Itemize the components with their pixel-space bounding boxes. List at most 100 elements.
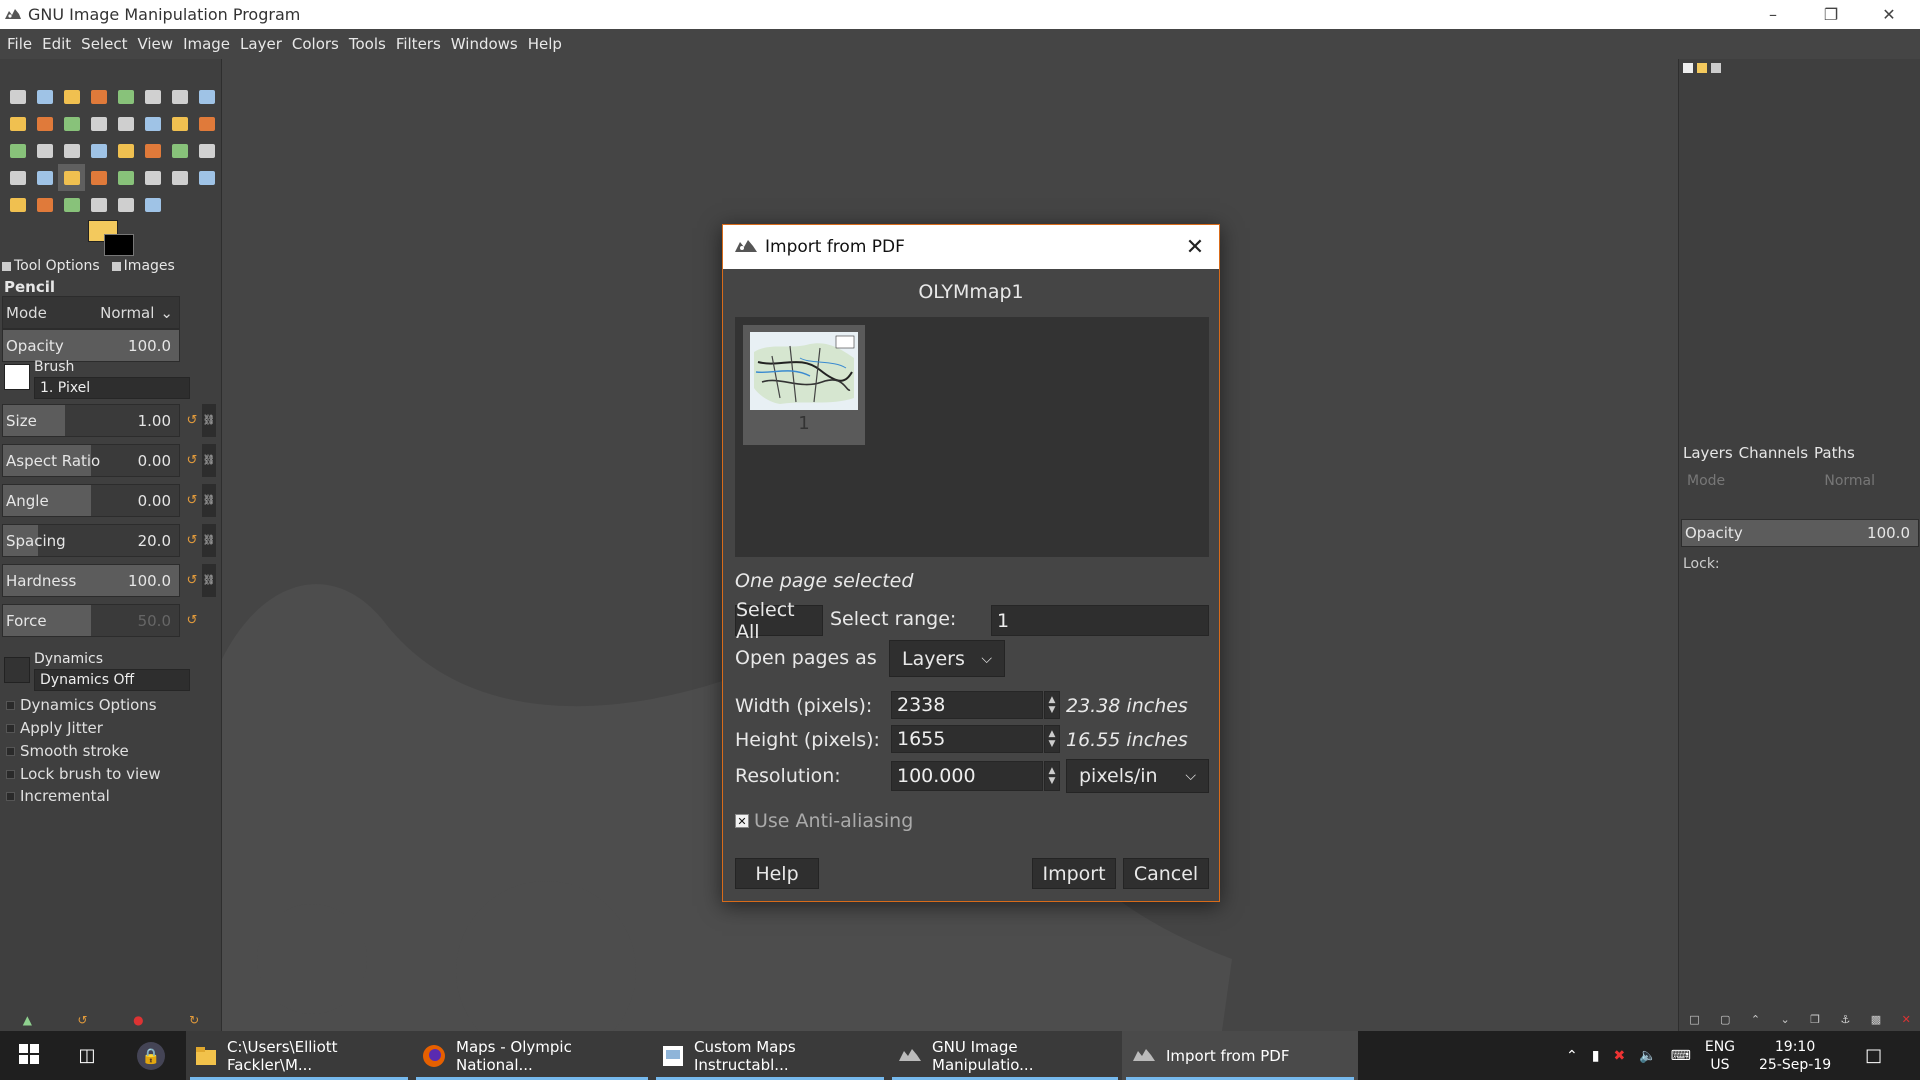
- tab-images[interactable]: Images: [111, 258, 181, 274]
- eraser-icon[interactable]: [112, 164, 139, 191]
- reset-size-icon[interactable]: ↺: [184, 412, 200, 428]
- duplicate-layer-icon[interactable]: ❐: [1810, 1013, 1820, 1026]
- size-slider[interactable]: Size 1.00: [2, 404, 180, 437]
- restore-options-icon[interactable]: ↺: [78, 1013, 88, 1027]
- check-apply-jitter[interactable]: Apply Jitter: [6, 719, 103, 737]
- width-input[interactable]: 2338: [891, 691, 1043, 719]
- layers-mode-row[interactable]: Mode Normal: [1681, 470, 1881, 492]
- check-incremental[interactable]: Incremental: [6, 787, 110, 805]
- select-range-input[interactable]: 1: [991, 605, 1209, 636]
- align-icon[interactable]: [193, 83, 220, 110]
- restore-button[interactable]: ❐: [1802, 0, 1860, 29]
- dynamics-field[interactable]: Dynamics Off: [34, 669, 190, 691]
- vpn-app-button[interactable]: 🔒: [116, 1031, 186, 1080]
- help-button[interactable]: Help: [735, 858, 819, 889]
- menu-filters[interactable]: Filters: [391, 35, 446, 53]
- height-spinner[interactable]: ▲ ▼: [1044, 725, 1060, 753]
- open-pages-select[interactable]: Layers ⌵: [889, 640, 1005, 677]
- menu-edit[interactable]: Edit: [37, 35, 76, 53]
- anchor-layer-icon[interactable]: ⚓: [1840, 1013, 1850, 1026]
- foreground-select-icon[interactable]: [166, 83, 193, 110]
- raise-layer-icon[interactable]: ⌃: [1751, 1013, 1760, 1026]
- menu-tools[interactable]: Tools: [344, 35, 391, 53]
- language-indicator[interactable]: ENG US: [1705, 1038, 1735, 1074]
- rotate-icon[interactable]: [85, 137, 112, 164]
- save-options-icon[interactable]: ▲: [23, 1013, 32, 1027]
- ink-icon[interactable]: [166, 164, 193, 191]
- opacity-slider[interactable]: Opacity 100.0: [2, 329, 180, 362]
- measure-icon[interactable]: [58, 110, 85, 137]
- start-button[interactable]: [0, 1031, 58, 1080]
- tab-tool-options[interactable]: Tool Options: [2, 258, 106, 274]
- alignment-icon[interactable]: [112, 110, 139, 137]
- reset-angle-icon[interactable]: ↺: [184, 492, 200, 508]
- battery-icon[interactable]: ▮: [1592, 1048, 1600, 1064]
- delete-options-icon[interactable]: ●: [133, 1013, 143, 1027]
- move-icon[interactable]: [85, 110, 112, 137]
- resolution-input[interactable]: 100.000: [891, 761, 1043, 791]
- shear-icon[interactable]: [166, 137, 193, 164]
- keyboard-icon[interactable]: ⌨: [1671, 1048, 1691, 1064]
- check-lock-brush[interactable]: Lock brush to view: [6, 765, 161, 783]
- chevron-up-icon[interactable]: ⌃: [1566, 1048, 1578, 1064]
- volume-icon[interactable]: 🔈: [1639, 1048, 1656, 1064]
- taskbar-gimp[interactable]: GNU Image Manipulatio...: [888, 1031, 1122, 1080]
- delete-layer-icon[interactable]: ✕: [1902, 1013, 1911, 1026]
- mask-layer-icon[interactable]: ▩: [1871, 1013, 1881, 1026]
- reset-spacing-icon[interactable]: ↺: [184, 532, 200, 548]
- dynamics-icon[interactable]: [4, 657, 30, 683]
- notification-icon[interactable]: □: [1865, 1045, 1882, 1066]
- taskbar-document[interactable]: Custom Maps Instructabl...: [652, 1031, 888, 1080]
- taskbar-firefox[interactable]: Maps - Olympic National...: [412, 1031, 652, 1080]
- link-spacing-icon[interactable]: ⛓: [202, 524, 216, 557]
- gradient-icon[interactable]: [31, 164, 58, 191]
- dodge-icon[interactable]: [139, 191, 166, 218]
- menu-file[interactable]: File: [2, 35, 37, 53]
- lower-layer-icon[interactable]: ⌄: [1781, 1013, 1790, 1026]
- brushes-tab-icon[interactable]: [1683, 63, 1693, 73]
- background-color-swatch[interactable]: [104, 234, 134, 256]
- link-size-icon[interactable]: ⛓: [202, 404, 216, 437]
- cancel-button[interactable]: Cancel: [1123, 858, 1209, 889]
- reset-force-icon[interactable]: ↺: [184, 612, 200, 628]
- reset-hardness-icon[interactable]: ↺: [184, 572, 200, 588]
- fuzzy-select-icon[interactable]: [85, 83, 112, 110]
- bucket-fill-icon[interactable]: [4, 164, 31, 191]
- menu-view[interactable]: View: [132, 35, 178, 53]
- reset-aspect-ratio-icon[interactable]: ↺: [184, 452, 200, 468]
- aspect-ratio-slider[interactable]: Aspect Ratio 0.00: [2, 444, 180, 477]
- smudge-icon[interactable]: [112, 191, 139, 218]
- import-button[interactable]: Import: [1032, 858, 1116, 889]
- perspective-icon[interactable]: [31, 137, 58, 164]
- resolution-unit-select[interactable]: pixels/in ⌵: [1066, 759, 1209, 793]
- new-layer-icon[interactable]: □: [1689, 1013, 1699, 1026]
- minimize-button[interactable]: –: [1744, 0, 1802, 29]
- airbrush-icon[interactable]: [139, 164, 166, 191]
- check-dynamics-options[interactable]: Dynamics Options: [6, 696, 157, 714]
- force-slider[interactable]: Force 50.0: [2, 604, 180, 637]
- select-by-color-icon[interactable]: [112, 83, 139, 110]
- scissors-select-icon[interactable]: [139, 83, 166, 110]
- flip-icon[interactable]: [193, 110, 220, 137]
- resolution-spinner[interactable]: ▲ ▼: [1044, 761, 1060, 791]
- scale-icon[interactable]: [112, 137, 139, 164]
- brush-field[interactable]: 1. Pixel: [34, 377, 190, 399]
- dialog-close-button[interactable]: ✕: [1183, 235, 1207, 260]
- menu-windows[interactable]: Windows: [446, 35, 523, 53]
- angle-slider[interactable]: Angle 0.00: [2, 484, 180, 517]
- brush-preview[interactable]: [4, 364, 30, 390]
- menu-image[interactable]: Image: [178, 35, 235, 53]
- unified-transform-icon[interactable]: [58, 137, 85, 164]
- crop-icon[interactable]: [139, 110, 166, 137]
- warp-icon[interactable]: [4, 137, 31, 164]
- ellipse-select-icon[interactable]: [31, 83, 58, 110]
- paths-icon[interactable]: [4, 110, 31, 137]
- rect-select-icon[interactable]: [4, 83, 31, 110]
- mode-row[interactable]: Mode Normal ⌄: [2, 296, 180, 329]
- menu-select[interactable]: Select: [76, 35, 132, 53]
- fonts-tab-icon[interactable]: [1711, 63, 1721, 73]
- text-icon[interactable]: [193, 137, 220, 164]
- menu-colors[interactable]: Colors: [287, 35, 344, 53]
- zoom-icon[interactable]: [31, 110, 58, 137]
- menu-help[interactable]: Help: [523, 35, 567, 53]
